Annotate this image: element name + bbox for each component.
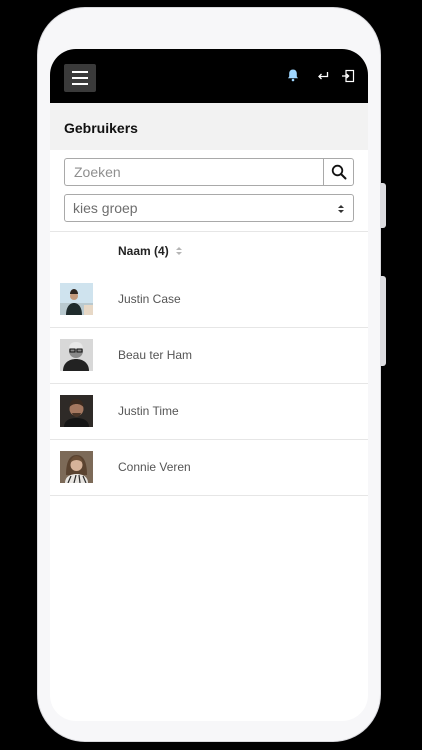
user-avatar bbox=[60, 395, 93, 427]
top-navigation-bar bbox=[50, 49, 368, 103]
divider bbox=[50, 495, 368, 496]
page-title: Gebruikers bbox=[64, 120, 138, 136]
user-avatar bbox=[60, 451, 93, 483]
menu-icon-line bbox=[72, 83, 88, 85]
menu-icon-line bbox=[72, 77, 88, 79]
group-select[interactable]: kies groep bbox=[64, 194, 354, 222]
user-row[interactable]: Connie Veren bbox=[50, 439, 368, 495]
name-column-header[interactable]: Naam (4) bbox=[118, 244, 183, 258]
app-screen: Gebruikers kies groep Naam (4) bbox=[50, 49, 368, 721]
phone-side-button bbox=[380, 276, 386, 366]
group-select-value: kies groep bbox=[73, 200, 138, 216]
phone-side-button bbox=[380, 183, 386, 228]
bell-icon[interactable] bbox=[286, 68, 300, 82]
user-row[interactable]: Beau ter Ham bbox=[50, 327, 368, 383]
user-name: Beau ter Ham bbox=[118, 348, 193, 362]
sort-icon bbox=[175, 247, 182, 255]
back-arrow-icon[interactable] bbox=[316, 69, 330, 83]
search-button[interactable] bbox=[323, 158, 354, 186]
user-avatar bbox=[60, 339, 93, 371]
page-header: Gebruikers bbox=[50, 103, 368, 150]
divider bbox=[50, 231, 368, 232]
search-input[interactable] bbox=[64, 158, 324, 186]
user-row[interactable]: Justin Case bbox=[50, 271, 368, 327]
user-name: Justin Time bbox=[118, 404, 179, 418]
menu-button[interactable] bbox=[64, 64, 96, 92]
user-row[interactable]: Justin Time bbox=[50, 383, 368, 439]
user-avatar bbox=[60, 283, 93, 315]
logout-icon[interactable] bbox=[341, 69, 355, 83]
user-name: Justin Case bbox=[118, 292, 181, 306]
user-name: Connie Veren bbox=[118, 460, 191, 474]
select-arrows-icon bbox=[338, 205, 344, 213]
search-icon bbox=[331, 164, 346, 180]
menu-icon-line bbox=[72, 71, 88, 73]
column-header-label: Naam (4) bbox=[118, 244, 169, 258]
